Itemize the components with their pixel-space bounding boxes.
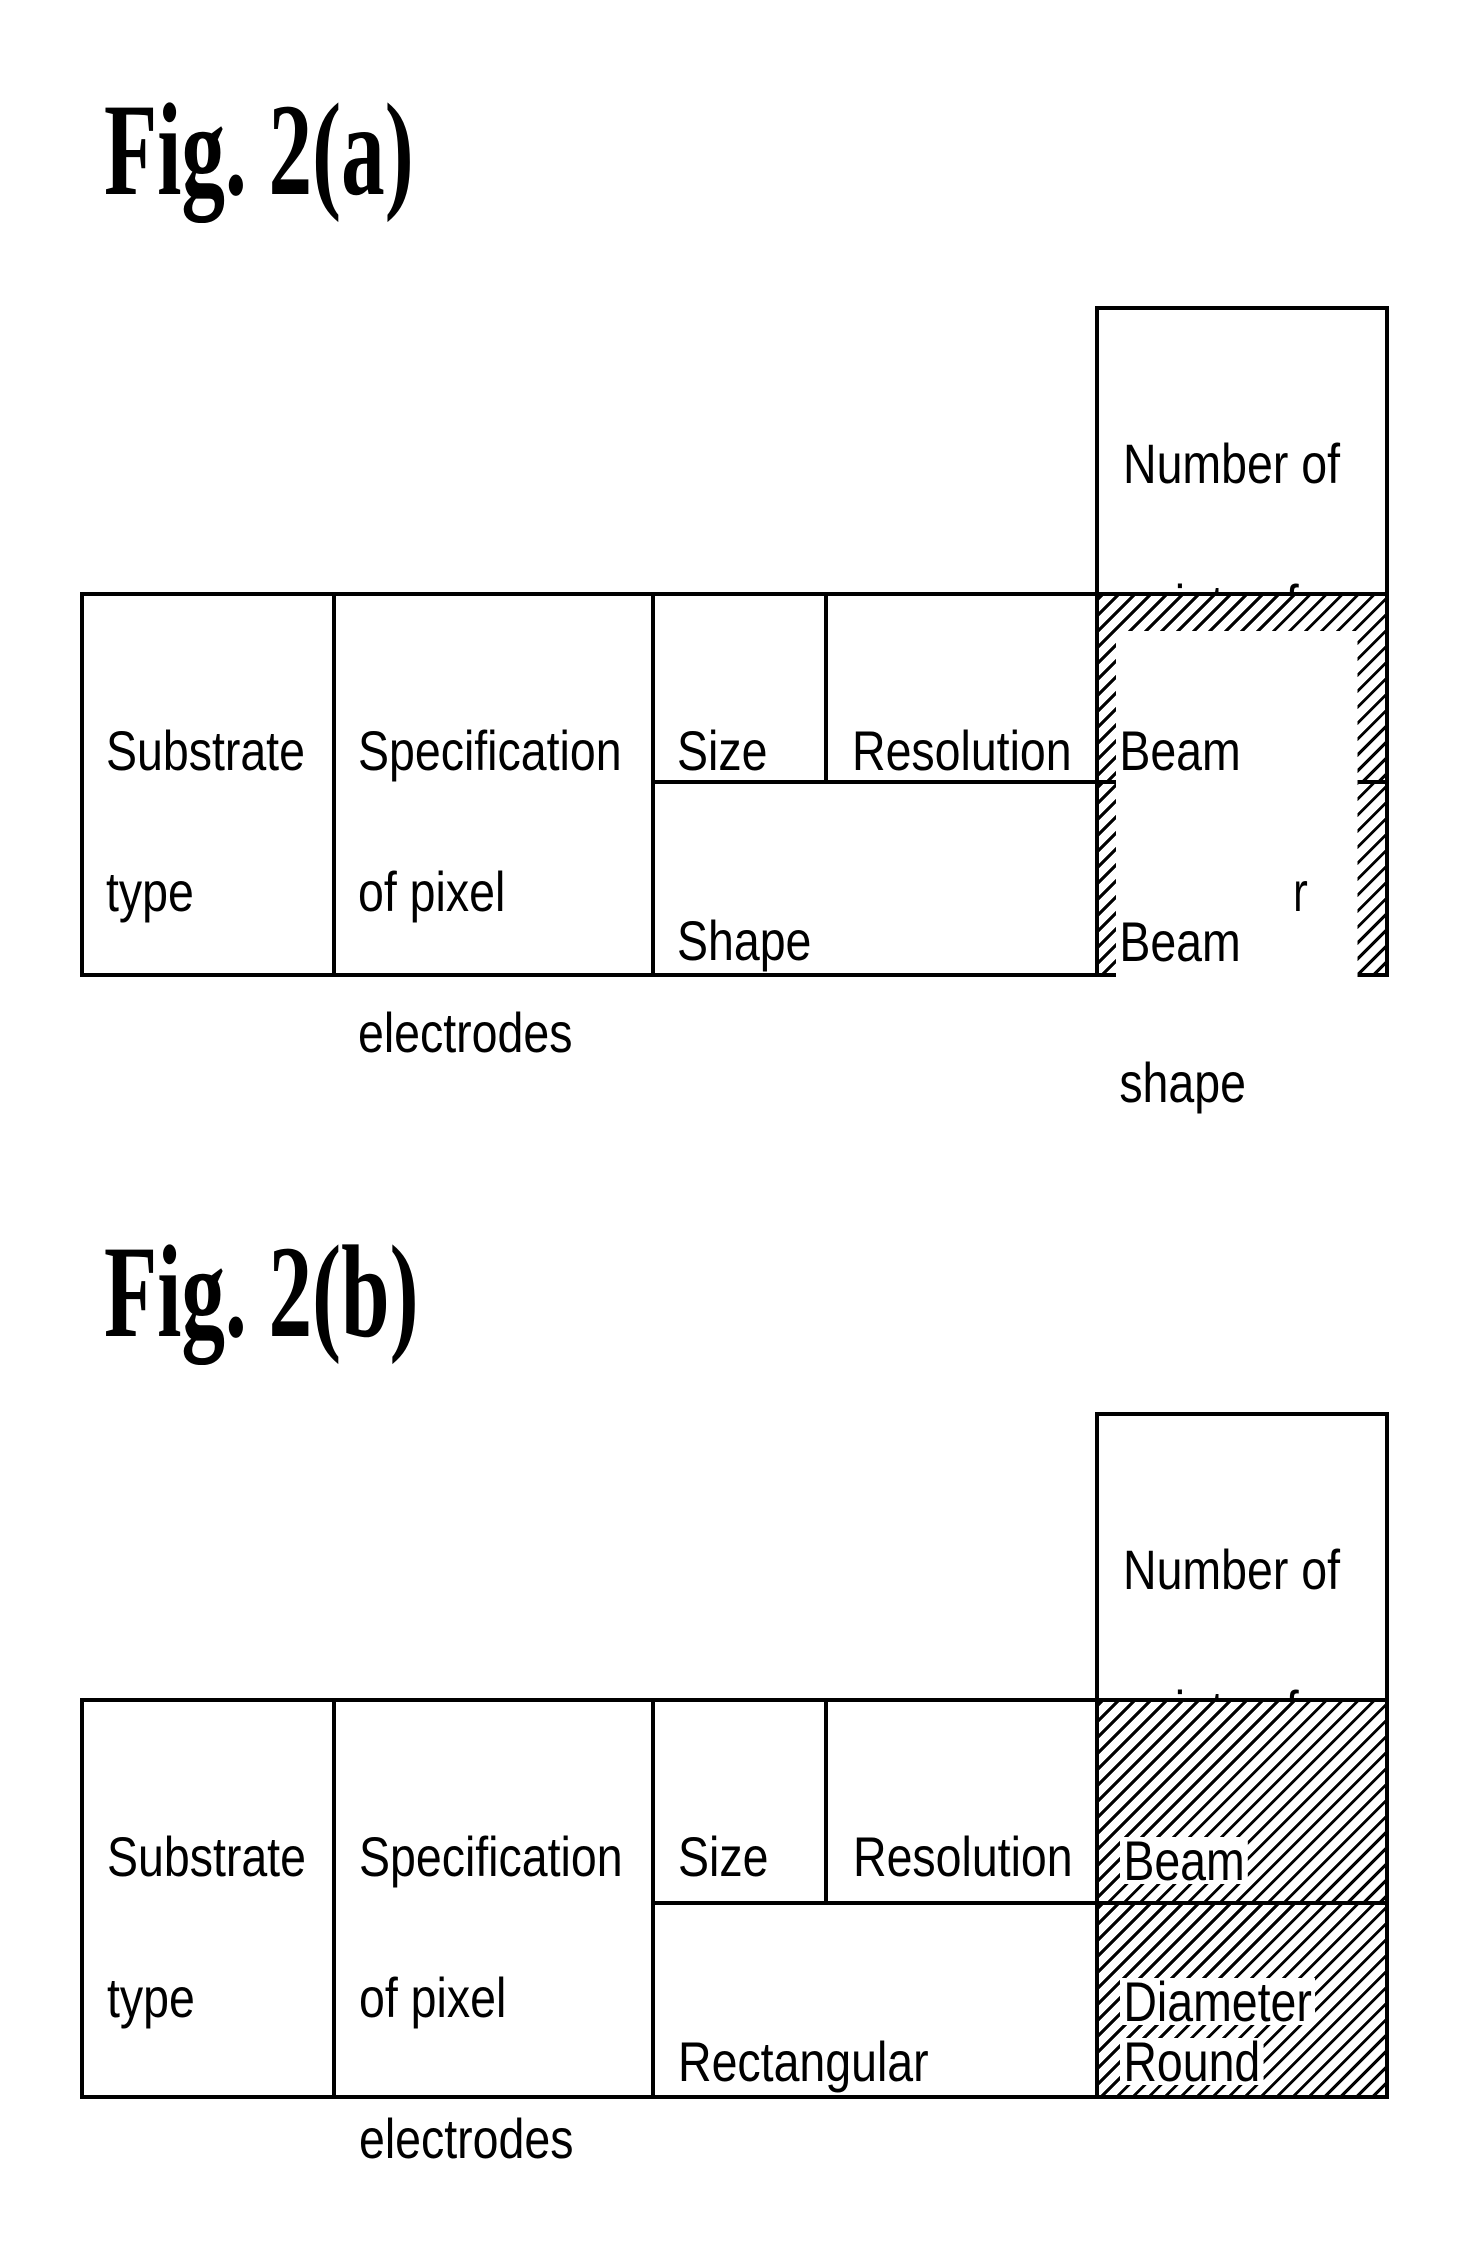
label-line: type [107, 1966, 195, 2029]
label-line: of pixel [358, 860, 506, 923]
label-line: of pixel [359, 1966, 507, 2029]
substrate-type-label: Substrate type [107, 1739, 306, 2115]
resolution-label: Resolution [853, 1739, 1073, 1974]
label-line: Round [1120, 2034, 1264, 2090]
column-divider [332, 592, 336, 977]
label-line: Resolution [852, 719, 1072, 782]
column-divider [651, 592, 655, 977]
label-line: electrodes [359, 2107, 574, 2170]
label-line: shape [1119, 1051, 1246, 1114]
label-line: Substrate [106, 719, 305, 782]
size-label: Size [678, 1739, 768, 1974]
resolution-label: Resolution [852, 633, 1072, 868]
beam-shape-label: Beam shape [1116, 822, 1296, 1206]
label-line: Shape [677, 909, 812, 972]
shape-label: Rectangular [678, 1944, 929, 2179]
label-line: Specification [359, 1825, 623, 1888]
pixel-electrode-spec-label: Specification of pixel electrodes [359, 1739, 623, 2256]
label-line: Number of [1123, 432, 1340, 495]
label-line: Beam [1119, 910, 1241, 973]
figure-title: Fig. 2(a) [104, 76, 414, 223]
label-line: Size [677, 719, 768, 782]
label-line: Resolution [853, 1825, 1073, 1888]
label-line: Substrate [107, 1825, 306, 1888]
column-divider [1095, 1698, 1099, 2099]
column-divider [824, 592, 828, 784]
column-divider [1095, 592, 1099, 977]
label-line: Number of [1123, 1538, 1340, 1601]
label-line: Beam [1120, 1833, 1249, 1889]
column-divider [332, 1698, 336, 2099]
beam-shape-label: Round [1120, 1944, 1264, 2179]
label-line: type [106, 860, 194, 923]
shape-label: Shape [677, 823, 811, 1058]
label-line: Size [678, 1825, 769, 1888]
label-line: Beam [1119, 719, 1241, 782]
label-line: electrodes [358, 1001, 573, 1064]
substrate-type-label: Substrate type [106, 633, 305, 1009]
figure-title: Fig. 2(b) [104, 1218, 419, 1365]
pixel-electrode-spec-label: Specification of pixel electrodes [358, 633, 622, 1150]
column-divider [824, 1698, 828, 1903]
column-divider [651, 1698, 655, 2099]
label-line: Rectangular [678, 2030, 929, 2093]
label-line: Specification [358, 719, 622, 782]
